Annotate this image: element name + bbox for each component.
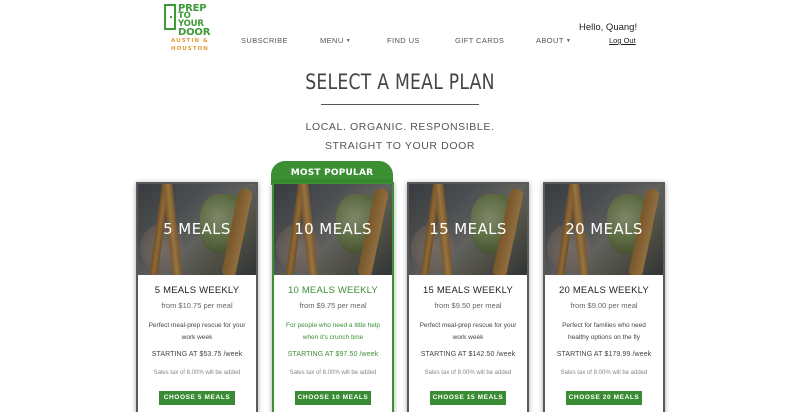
- plan-weekly-price: STARTING AT $142.50 /week: [420, 351, 516, 358]
- plan-description: Perfect for families who need healthy op…: [562, 322, 646, 341]
- nav-subscribe[interactable]: SUBSCRIBE: [241, 36, 288, 45]
- brand-logo[interactable]: PREP TO YOUR DOOR AUSTIN & HOUSTON: [164, 4, 211, 53]
- plan-card-5: 5 MEALS 5 MEALS WEEKLY from $10.75 per m…: [136, 182, 258, 412]
- nav-menu-label: MENU: [320, 36, 344, 45]
- nav-find-us[interactable]: FIND US: [387, 36, 420, 45]
- plan-tax-note: Sales tax of 8.00% will be added: [424, 370, 512, 376]
- plan-tax-note: Sales tax of 8.00% will be added: [560, 370, 648, 376]
- meal-photo: 5 MEALS: [138, 184, 256, 275]
- caret-down-icon: ▼: [345, 38, 352, 44]
- user-greeting: Hello, Quang!: [579, 22, 638, 33]
- caret-down-icon: ▼: [565, 38, 572, 44]
- plan-weekly-price: STARTING AT $97.50 /week: [287, 351, 379, 358]
- logo-location-line-2: HOUSTON: [171, 46, 209, 52]
- plan-per-meal-price: from $9.00 per meal: [570, 301, 638, 310]
- tagline-line-2: STRAIGHT TO YOUR DOOR: [324, 140, 476, 152]
- title-divider: [321, 104, 479, 105]
- photo-overlay-label: 5 MEALS: [163, 220, 231, 238]
- plan-card-20: 20 MEALS 20 MEALS WEEKLY from $9.00 per …: [543, 182, 665, 412]
- choose-20-meals-button[interactable]: CHOOSE 20 MEALS: [566, 391, 642, 405]
- photo-overlay-label: 20 MEALS: [565, 220, 643, 238]
- logo-location: AUSTIN & HOUSTON: [171, 37, 209, 53]
- logo-line-3: DOOR: [178, 27, 211, 38]
- logo-wordmark: PREP TO YOUR DOOR: [178, 4, 211, 38]
- plan-name: 15 MEALS WEEKLY: [423, 285, 513, 296]
- nav-subscribe-label: SUBSCRIBE: [241, 36, 288, 45]
- plan-description: For people who need a little help when i…: [286, 322, 380, 341]
- photo-overlay-label: 15 MEALS: [429, 220, 507, 238]
- plan-name: 10 MEALS WEEKLY: [288, 285, 378, 296]
- logout-link[interactable]: Log Out: [609, 36, 636, 45]
- plan-per-meal-price: from $9.50 per meal: [434, 301, 502, 310]
- meal-photo: 10 MEALS: [274, 184, 392, 275]
- plan-per-meal-price: from $9.75 per meal: [299, 301, 367, 310]
- plan-weekly-price: STARTING AT $179.99 /week: [556, 351, 652, 358]
- plan-card-15: 15 MEALS 15 MEALS WEEKLY from $9.50 per …: [407, 182, 529, 412]
- plan-description: Perfect meal-prep rescue for your work w…: [148, 322, 246, 341]
- nav-about-label: ABOUT: [536, 36, 564, 45]
- choose-15-meals-button[interactable]: CHOOSE 15 MEALS: [430, 391, 506, 405]
- plan-name: 20 MEALS WEEKLY: [559, 285, 649, 296]
- plan-weekly-price: STARTING AT $53.75 /week: [151, 351, 243, 358]
- site-header: PREP TO YOUR DOOR AUSTIN & HOUSTON SUBSC…: [0, 0, 800, 60]
- meal-photo: 20 MEALS: [545, 184, 663, 275]
- nav-find-us-label: FIND US: [387, 36, 420, 45]
- logo-location-line-1: AUSTIN &: [171, 38, 209, 44]
- plan-tax-note: Sales tax of 8.00% will be added: [153, 370, 241, 376]
- nav-about[interactable]: ABOUT ▼: [536, 36, 571, 45]
- nav-gift-cards-label: GIFT CARDS: [455, 36, 505, 45]
- tagline-line-1: LOCAL. ORGANIC. RESPONSIBLE.: [305, 121, 495, 133]
- plan-per-meal-price: from $10.75 per meal: [161, 301, 233, 310]
- door-icon: [164, 4, 176, 30]
- choose-5-meals-button[interactable]: CHOOSE 5 MEALS: [159, 391, 235, 405]
- plan-description: Perfect meal-prep rescue for your work w…: [419, 322, 517, 341]
- page-title: SELECT A MEAL PLAN: [305, 70, 495, 94]
- choose-10-meals-button[interactable]: CHOOSE 10 MEALS: [295, 391, 371, 405]
- logo-line-2: TO YOUR: [178, 11, 204, 29]
- nav-menu[interactable]: MENU ▼: [320, 36, 351, 45]
- plan-tax-note: Sales tax of 8.00% will be added: [289, 370, 377, 376]
- plan-card-10: 10 MEALS 10 MEALS WEEKLY from $9.75 per …: [272, 182, 394, 412]
- photo-overlay-label: 10 MEALS: [294, 220, 372, 238]
- plan-name: 5 MEALS WEEKLY: [154, 285, 240, 296]
- meal-photo: 15 MEALS: [409, 184, 527, 275]
- nav-gift-cards[interactable]: GIFT CARDS: [455, 36, 504, 45]
